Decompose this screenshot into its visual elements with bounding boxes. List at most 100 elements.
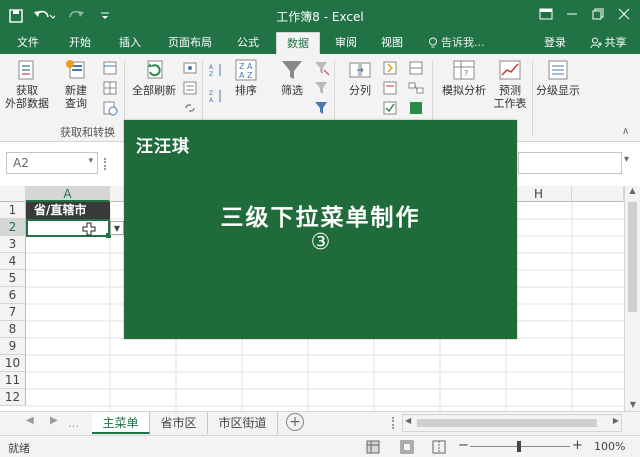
row-header[interactable]: 6 bbox=[0, 287, 26, 304]
what-if-analysis-button[interactable]: ? 模拟分析 bbox=[438, 58, 490, 97]
flash-fill-icon[interactable] bbox=[382, 60, 398, 76]
brand-label: 汪汪琪 bbox=[136, 137, 190, 157]
column-header[interactable] bbox=[572, 186, 624, 202]
forecast-sheet-button[interactable]: 预测 工作表 bbox=[490, 58, 530, 110]
tab-data[interactable]: 数据 bbox=[276, 32, 320, 54]
connections-icon[interactable] bbox=[182, 60, 198, 76]
scroll-down-icon[interactable]: ▼ bbox=[625, 400, 640, 409]
restore-icon[interactable] bbox=[584, 0, 612, 28]
edit-links-icon[interactable] bbox=[182, 100, 198, 116]
normal-view-icon[interactable] bbox=[366, 440, 380, 454]
outline-button[interactable]: 分级显示 bbox=[534, 58, 582, 97]
scroll-right-icon[interactable]: ▶ bbox=[613, 416, 619, 425]
scroll-thumb[interactable] bbox=[628, 202, 637, 312]
row-header[interactable]: 11 bbox=[0, 372, 26, 389]
row-header[interactable]: 10 bbox=[0, 355, 26, 372]
page-layout-view-icon[interactable] bbox=[400, 440, 414, 454]
filter-icon bbox=[282, 61, 302, 79]
sheet-tab-province[interactable]: 省市区 bbox=[150, 412, 208, 434]
recent-sources-icon[interactable] bbox=[102, 100, 118, 116]
tell-me-search[interactable]: 告诉我... bbox=[428, 32, 488, 54]
cursor-icon bbox=[82, 222, 96, 236]
cell-a2-selected[interactable] bbox=[26, 219, 110, 237]
overlay-number: ③ bbox=[310, 230, 331, 255]
name-box[interactable]: A2 ▾ bbox=[6, 152, 98, 174]
page-break-view-icon[interactable] bbox=[432, 440, 446, 454]
row-header[interactable]: 5 bbox=[0, 270, 26, 287]
filter-button[interactable]: 筛选 bbox=[274, 58, 310, 97]
new-query-button[interactable]: 新建 查询 bbox=[56, 58, 96, 110]
sort-ascending-icon[interactable]: AZ bbox=[208, 62, 224, 78]
next-sheet-icon[interactable]: ▶ bbox=[50, 415, 58, 426]
sign-in-link[interactable]: 登录 bbox=[538, 32, 572, 54]
tab-review[interactable]: 审阅 bbox=[326, 32, 366, 54]
manage-data-model-icon[interactable] bbox=[408, 100, 424, 116]
refresh-all-button[interactable]: 全部刷新 bbox=[128, 58, 180, 97]
vertical-scrollbar[interactable]: ▲ ▼ bbox=[624, 186, 640, 411]
sort-icon: Z AA Z bbox=[235, 59, 257, 81]
remove-duplicates-icon[interactable] bbox=[382, 80, 398, 96]
row-header[interactable]: 8 bbox=[0, 321, 26, 338]
clear-filter-icon[interactable] bbox=[314, 60, 330, 76]
consolidate-icon[interactable] bbox=[408, 60, 424, 76]
show-queries-icon[interactable] bbox=[102, 60, 118, 76]
prev-sheet-icon[interactable]: ◀ bbox=[26, 415, 34, 426]
svg-text:Z: Z bbox=[209, 71, 213, 78]
properties-icon[interactable] bbox=[182, 80, 198, 96]
row-header[interactable]: 1 bbox=[0, 202, 26, 219]
scroll-up-icon[interactable]: ▲ bbox=[625, 186, 640, 195]
row-header[interactable]: 3 bbox=[0, 236, 26, 253]
zoom-out-icon[interactable]: − bbox=[458, 438, 469, 453]
tab-insert[interactable]: 插入 bbox=[110, 32, 150, 54]
tell-me-text: 告诉我... bbox=[441, 36, 485, 49]
ribbon-display-icon[interactable] bbox=[532, 0, 560, 28]
minimize-icon[interactable] bbox=[558, 0, 586, 28]
expand-formula-icon[interactable]: ▾ bbox=[624, 154, 629, 165]
tab-page-layout[interactable]: 页面布局 bbox=[160, 32, 220, 54]
advanced-filter-icon[interactable] bbox=[314, 100, 330, 116]
sort-button[interactable]: Z AA Z 排序 bbox=[228, 58, 264, 97]
scroll-left-icon[interactable]: ◀ bbox=[405, 416, 411, 425]
row-header[interactable]: 12 bbox=[0, 389, 26, 406]
sort-descending-icon[interactable]: ZA bbox=[208, 88, 224, 104]
zoom-slider-thumb[interactable] bbox=[517, 441, 521, 452]
zoom-in-icon[interactable]: + bbox=[572, 438, 583, 453]
resize-handle[interactable] bbox=[104, 158, 108, 170]
sheet-tab-street[interactable]: 市区街道 bbox=[208, 412, 278, 434]
get-external-data-button[interactable]: 获取 外部数据 bbox=[4, 58, 50, 110]
tab-split-handle[interactable] bbox=[392, 417, 396, 429]
text-to-columns-button[interactable]: 分列 bbox=[342, 58, 378, 97]
row-header[interactable]: 4 bbox=[0, 253, 26, 270]
forecast-label: 预测 工作表 bbox=[493, 84, 527, 110]
tab-file[interactable]: 文件 bbox=[8, 32, 48, 54]
row-header[interactable]: 2 bbox=[0, 219, 26, 236]
outline-label: 分级显示 bbox=[536, 84, 580, 97]
more-sheets-icon[interactable]: … bbox=[68, 417, 79, 430]
zoom-level[interactable]: 100% bbox=[594, 440, 625, 453]
refresh-all-label: 全部刷新 bbox=[132, 84, 176, 97]
tab-view[interactable]: 视图 bbox=[372, 32, 412, 54]
add-sheet-icon[interactable]: + bbox=[286, 413, 304, 431]
formula-input[interactable] bbox=[518, 152, 622, 174]
svg-text:A: A bbox=[209, 97, 214, 104]
cell-a1[interactable]: 省/直辖市 bbox=[26, 202, 110, 219]
select-all-corner[interactable] bbox=[0, 186, 26, 202]
title-bar: 工作簿8 - Excel bbox=[0, 0, 640, 32]
row-header[interactable]: 9 bbox=[0, 338, 26, 355]
sheet-tab-main[interactable]: 主菜单 bbox=[92, 412, 150, 434]
column-header[interactable]: A bbox=[26, 186, 110, 202]
dropdown-arrow-icon[interactable]: ▼ bbox=[110, 221, 124, 235]
relationships-icon[interactable] bbox=[408, 80, 424, 96]
tab-formulas[interactable]: 公式 bbox=[228, 32, 268, 54]
row-header[interactable]: 7 bbox=[0, 304, 26, 321]
horizontal-scrollbar[interactable]: ◀ ▶ bbox=[402, 414, 622, 432]
tab-home[interactable]: 开始 bbox=[60, 32, 100, 54]
close-icon[interactable] bbox=[610, 0, 638, 28]
collapse-ribbon-icon[interactable]: ∧ bbox=[622, 126, 629, 137]
horizontal-scroll-thumb[interactable] bbox=[417, 419, 597, 427]
reapply-icon[interactable] bbox=[314, 80, 330, 96]
data-validation-icon[interactable] bbox=[382, 100, 398, 116]
from-table-icon[interactable] bbox=[102, 80, 118, 96]
share-button[interactable]: 共享 bbox=[580, 32, 636, 54]
chevron-down-icon[interactable]: ▾ bbox=[88, 156, 93, 166]
